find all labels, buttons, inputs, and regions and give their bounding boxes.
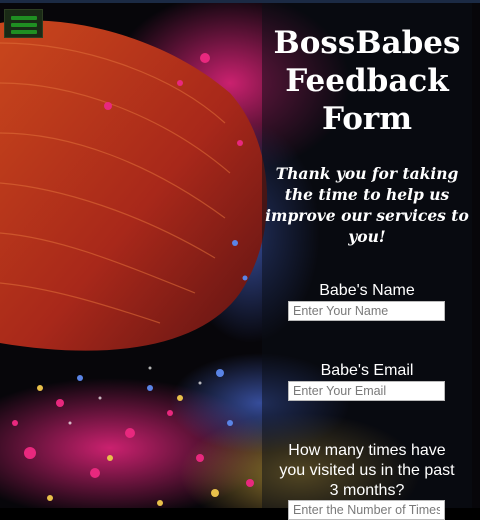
page-title: BossBabes Feedback Form xyxy=(273,25,461,137)
email-label: Babe's Email xyxy=(320,362,414,379)
name-label: Babe's Name xyxy=(319,282,415,299)
menu-button[interactable] xyxy=(4,9,43,38)
hamburger-menu-icon-bar xyxy=(11,23,37,27)
page-subtitle: Thank you for taking the time to help us… xyxy=(265,164,469,246)
hamburger-menu-icon xyxy=(11,16,37,20)
visits-count-field[interactable] xyxy=(288,500,445,520)
visits-label: How many times have you visited us in th… xyxy=(279,442,455,499)
name-field[interactable] xyxy=(288,301,445,321)
email-field[interactable] xyxy=(288,381,445,401)
hamburger-menu-icon-bar xyxy=(11,30,37,34)
